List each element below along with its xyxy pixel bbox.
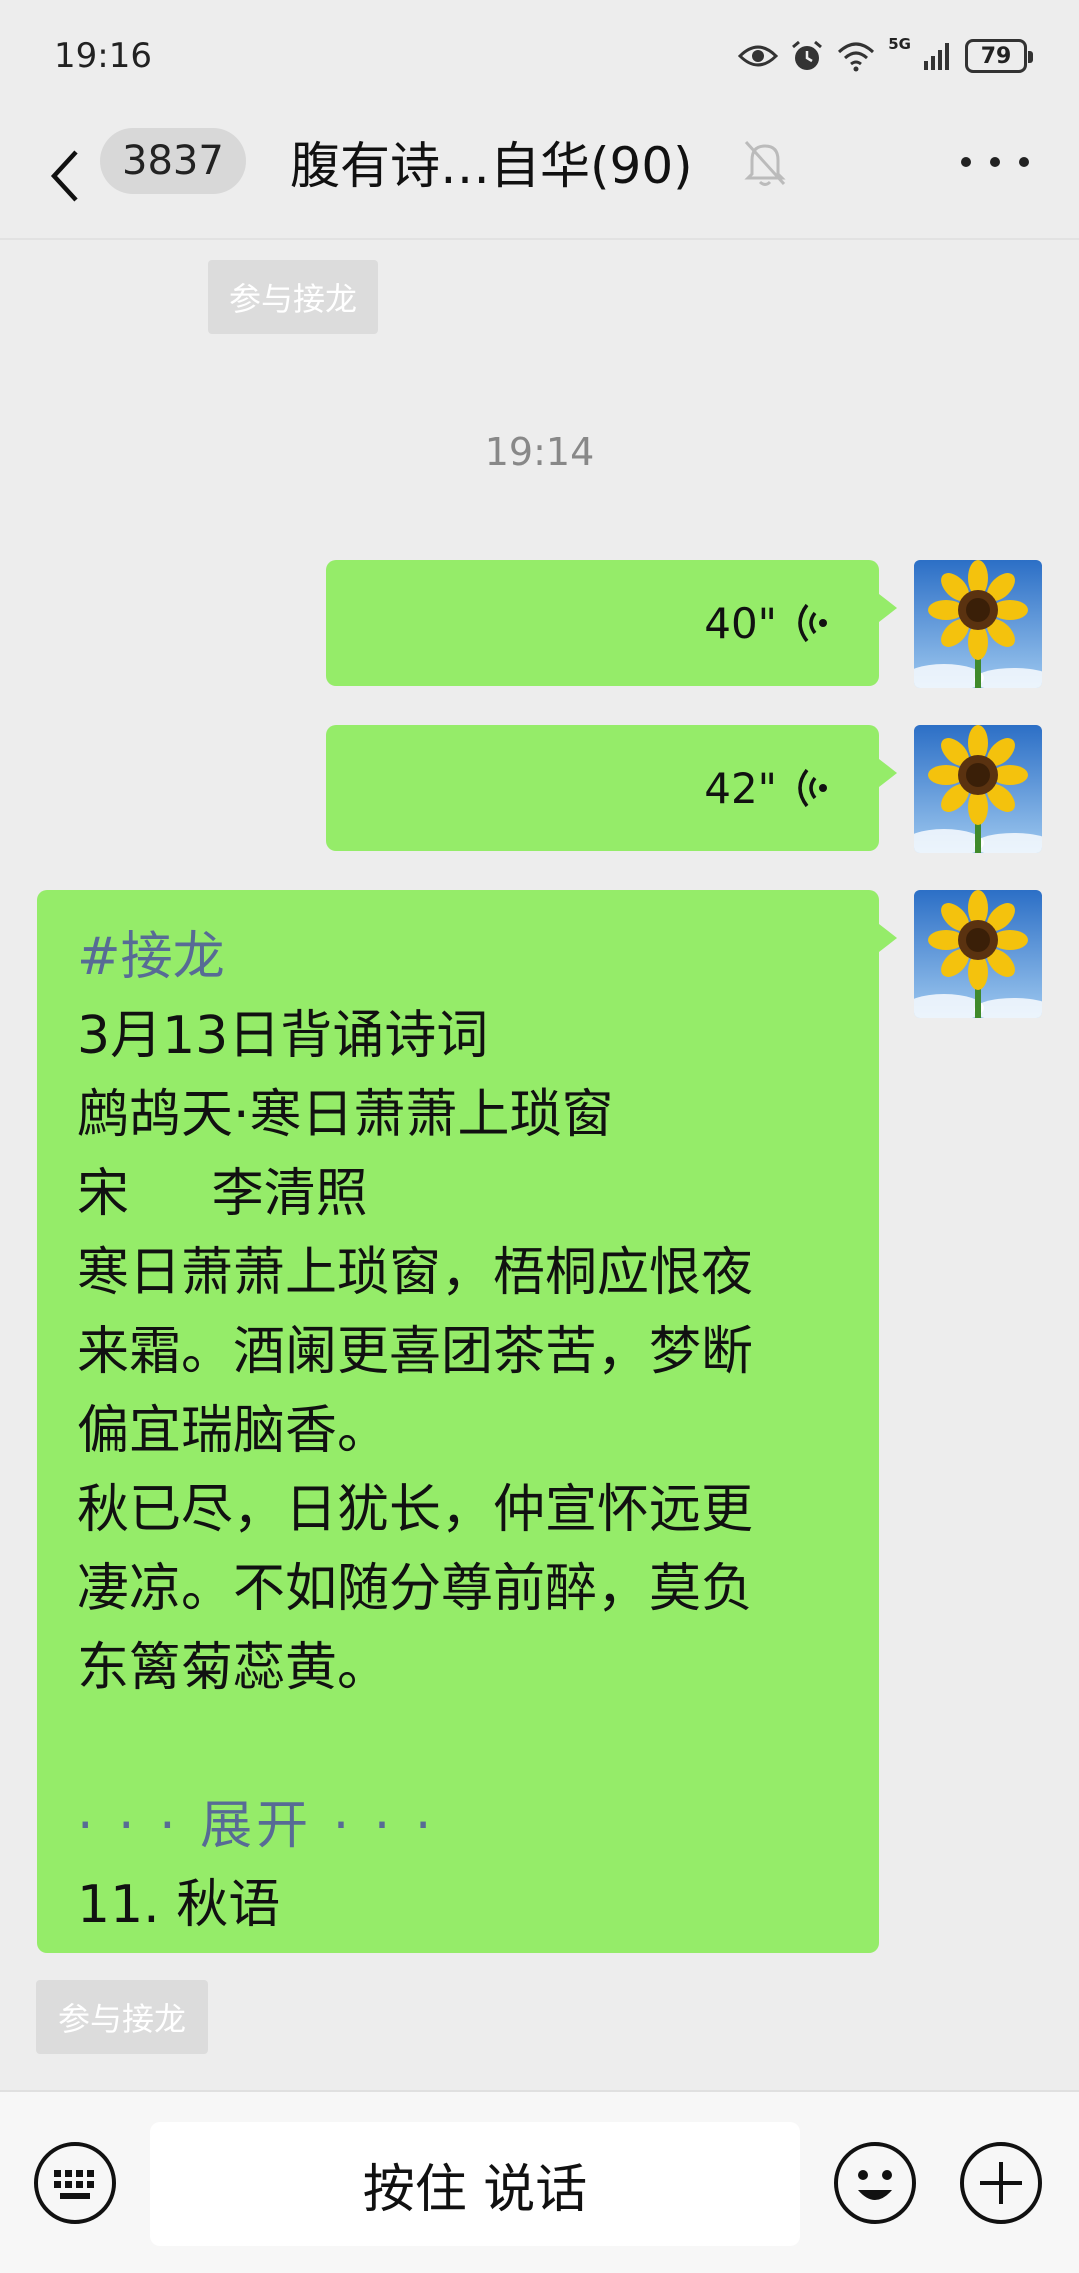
- chat-title[interactable]: 腹有诗…自华(90): [290, 126, 693, 198]
- back-button[interactable]: [48, 134, 98, 218]
- join-chain-button[interactable]: 参与接龙: [208, 260, 378, 334]
- join-chain-button[interactable]: 参与接龙: [36, 1980, 208, 2054]
- message-line: 11. 秋语: [77, 1875, 281, 1935]
- wifi-icon: [838, 42, 875, 72]
- expand-link[interactable]: · · · 展开 · · ·: [77, 1787, 843, 1866]
- sunflower-avatar-icon: [914, 890, 1042, 1018]
- dot-icon: [990, 157, 1000, 167]
- message-timestamp: 19:14: [484, 430, 595, 474]
- status-bar: 19:16 5G 79: [0, 0, 1079, 112]
- network-label: 5G: [888, 35, 911, 53]
- voice-duration: 40": [704, 598, 777, 648]
- hashtag-link[interactable]: #接龙: [77, 918, 843, 997]
- voice-wave-icon: [798, 768, 827, 808]
- more-options-button[interactable]: [961, 142, 1029, 182]
- voice-duration: 42": [704, 763, 777, 813]
- message-line: 寒日萧萧上琐窗，梧桐应恨夜: [77, 1243, 754, 1303]
- avatar[interactable]: [914, 890, 1042, 1018]
- sunflower-avatar-icon: [914, 725, 1042, 853]
- chevron-left-icon: [50, 150, 78, 202]
- voice-message[interactable]: 42": [326, 725, 897, 851]
- avatar[interactable]: [914, 560, 1042, 688]
- text-message[interactable]: #接龙 3月13日背诵诗词 鹧鸪天·寒日萧萧上琐窗 宋 李清照 寒日萧萧上琐窗，…: [37, 890, 897, 1953]
- signal-icon: [924, 43, 949, 70]
- emoji-icon[interactable]: [832, 2140, 918, 2226]
- avatar[interactable]: [914, 725, 1042, 853]
- message-line: 偏宜瑞脑香。: [77, 1401, 390, 1461]
- message-line: 东篱菊蕊黄。: [77, 1638, 390, 1698]
- status-time: 19:16: [54, 36, 152, 76]
- dot-icon: [961, 157, 971, 167]
- message-line: 3月13日背诵诗词: [77, 1006, 489, 1066]
- mute-bell-icon: [744, 140, 786, 186]
- dot-icon: [1019, 157, 1029, 167]
- unread-count-badge[interactable]: 3837: [100, 128, 246, 194]
- message-line: 来霜。酒阑更喜团茶苦，梦断: [77, 1322, 754, 1382]
- alarm-icon: [792, 40, 823, 70]
- message-line: 秋已尽，日犹长，仲宣怀远更: [77, 1480, 754, 1540]
- keyboard-icon[interactable]: [32, 2140, 118, 2226]
- plus-icon[interactable]: [958, 2140, 1044, 2226]
- chat-header: 3837 腹有诗…自华(90): [0, 112, 1079, 240]
- sunflower-avatar-icon: [914, 560, 1042, 688]
- message-line: 凄凉。不如随分尊前醉，莫负: [77, 1559, 754, 1619]
- hold-to-talk-button[interactable]: 按住 说话: [150, 2122, 800, 2246]
- status-icons: 5G 79: [738, 35, 1033, 73]
- voice-message[interactable]: 40": [326, 560, 897, 686]
- input-bar: 按住 说话: [0, 2090, 1079, 2273]
- message-line: 宋 李清照: [77, 1164, 368, 1224]
- eye-icon: [738, 45, 779, 67]
- voice-wave-icon: [798, 603, 827, 643]
- battery-indicator: 79: [965, 39, 1033, 73]
- message-line: 鹧鸪天·寒日萧萧上琐窗: [77, 1085, 614, 1145]
